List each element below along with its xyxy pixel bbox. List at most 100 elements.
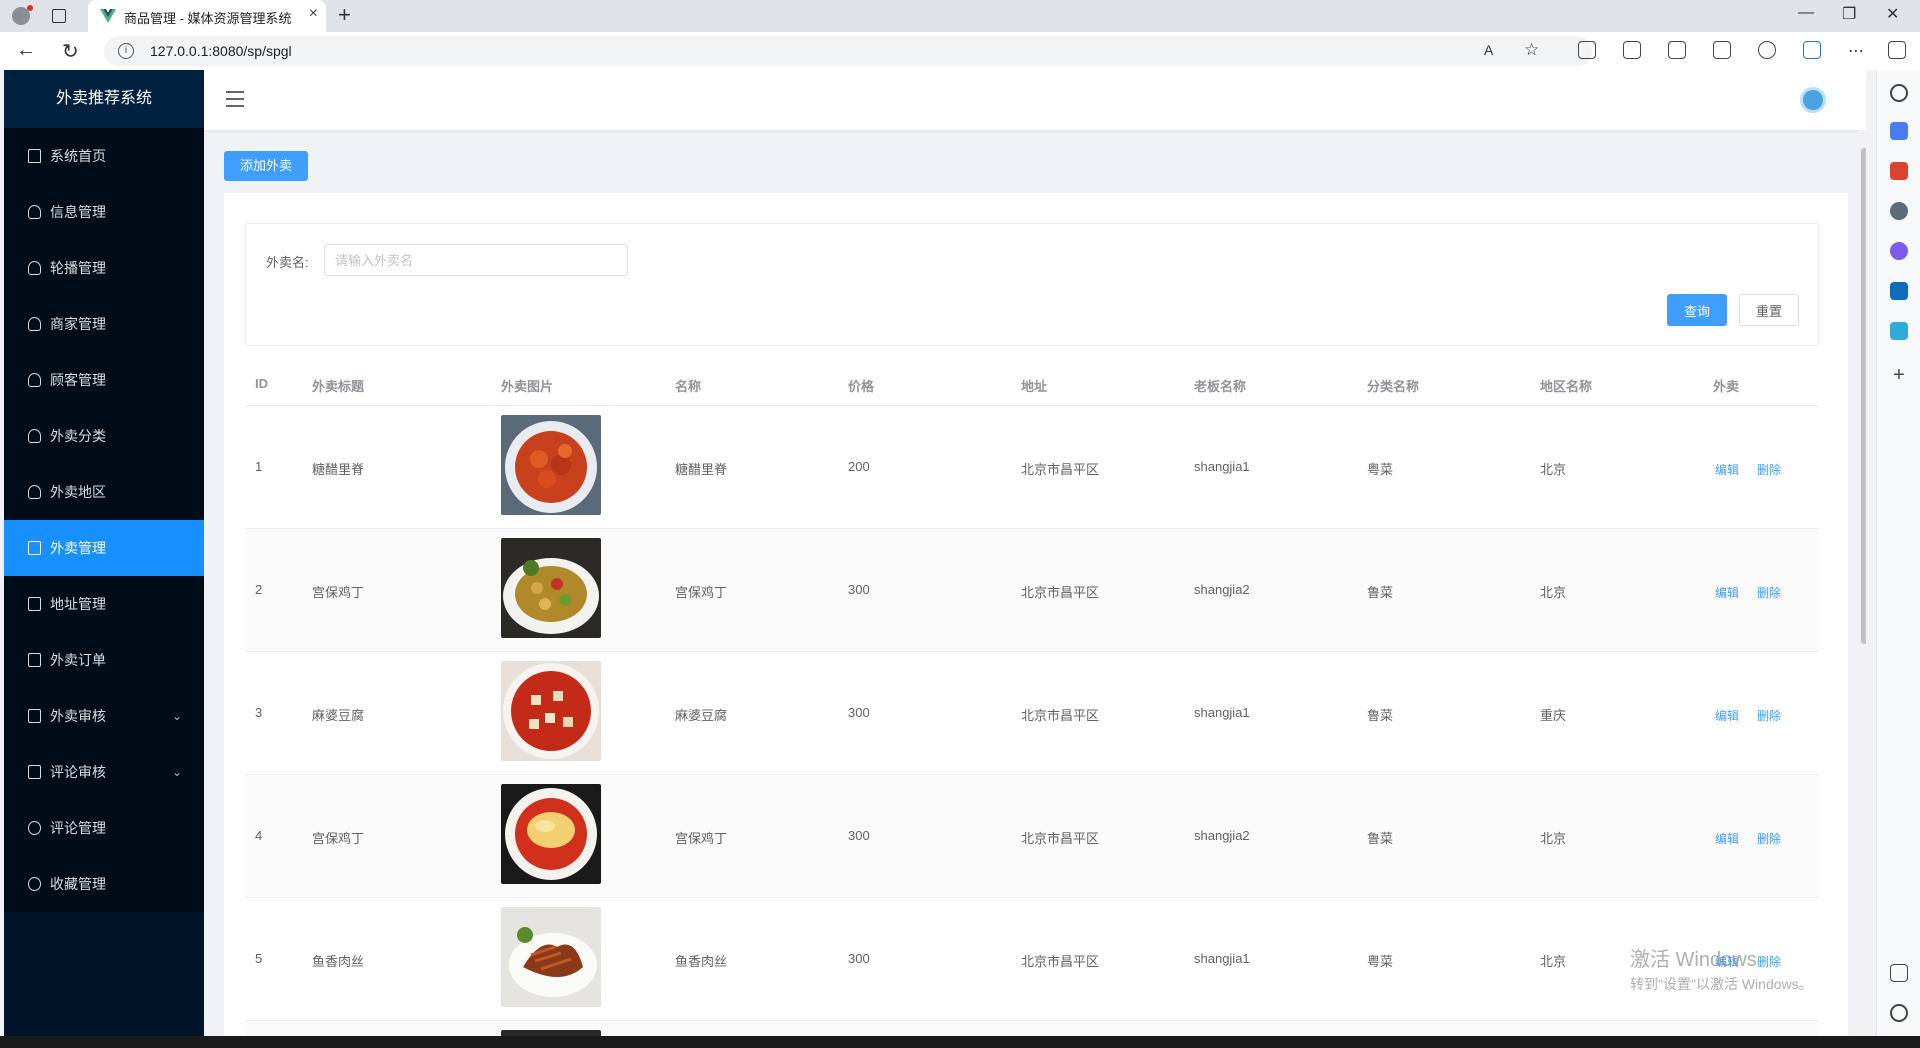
food-image	[501, 661, 601, 761]
cell-price: 300	[848, 582, 870, 597]
delete-button[interactable]: 删除	[1757, 584, 1781, 601]
edit-button[interactable]: 编辑	[1715, 461, 1739, 478]
collections-icon[interactable]	[1713, 41, 1731, 59]
sidebar-item-7[interactable]: 外卖管理	[4, 520, 204, 576]
delete-button[interactable]: 删除	[1757, 461, 1781, 478]
cell-category: 鲁菜	[1367, 708, 1394, 723]
search-form: 外卖名: 查询 重置	[245, 223, 1819, 346]
settings-gear-icon[interactable]	[1890, 1004, 1908, 1022]
read-aloud-icon[interactable]: A	[1484, 42, 1493, 58]
user-icon	[28, 485, 41, 499]
user-icon	[28, 261, 41, 275]
cell-owner: shangjia2	[1194, 828, 1250, 843]
sidebar-item-9[interactable]: 外卖订单	[4, 632, 204, 688]
sidebar-item-6[interactable]: 外卖地区	[4, 464, 204, 520]
search-icon[interactable]	[1890, 84, 1908, 102]
brand-title: 外卖推荐系统	[4, 70, 204, 128]
sidebar-item-3[interactable]: 商家管理	[4, 296, 204, 352]
extensions-icon[interactable]	[1578, 41, 1596, 59]
cell-owner: shangjia1	[1194, 951, 1250, 966]
cell-id: 3	[255, 705, 263, 720]
book-icon	[28, 653, 41, 667]
cell-category: 鲁菜	[1367, 831, 1394, 846]
sidebar-item-8[interactable]: 地址管理	[4, 576, 204, 632]
sidebar-item-12[interactable]: 评论管理	[4, 800, 204, 856]
food-image	[501, 538, 601, 638]
vue-logo-icon	[100, 9, 116, 23]
table-row: 2 宫保鸡丁 宫保鸡丁 300 北京市昌平区 shangjia2 鲁菜 北京 编…	[245, 529, 1819, 652]
add-sidebar-icon[interactable]: +	[1890, 365, 1908, 385]
cell-name: 鱼香肉丝	[675, 954, 728, 969]
address-bar[interactable]: i 127.0.0.1:8080/sp/spgl	[104, 36, 1592, 66]
tab-close-icon[interactable]: ×	[309, 5, 318, 23]
minimize-icon[interactable]: —	[1798, 4, 1814, 22]
sidebar-item-5[interactable]: 外卖分类	[4, 408, 204, 464]
avatar[interactable]	[1800, 87, 1826, 113]
outlook-icon[interactable]	[1890, 282, 1908, 300]
chevron-down-icon: ⌄	[171, 709, 182, 723]
browser-sidebar: +	[1876, 70, 1920, 1040]
send-icon[interactable]	[1890, 322, 1908, 340]
windows-activation-watermark: 激活 Windows 转到"设置"以激活 Windows。	[1630, 943, 1813, 994]
user-icon	[28, 205, 41, 219]
table-row: 5 鱼香肉丝 鱼香肉丝 300 北京市昌平区 shangjia1 粤菜 北京 编…	[245, 898, 1819, 1021]
more-options-icon[interactable]: ⋯	[1848, 41, 1864, 61]
notification-dot-icon	[27, 5, 33, 11]
games-icon[interactable]	[1890, 202, 1908, 220]
refresh-icon[interactable]: ↻	[62, 39, 79, 64]
header-address: 地址	[1021, 379, 1048, 394]
window-close-icon[interactable]: ✕	[1886, 4, 1899, 24]
menu-toggle-icon[interactable]	[226, 91, 244, 107]
screenshot-icon[interactable]	[1890, 964, 1908, 982]
delete-button[interactable]: 删除	[1757, 707, 1781, 724]
sidebar-item-0[interactable]: 系统首页	[4, 128, 204, 184]
browser-tab[interactable]: 商品管理 - 媒体资源管理系统 ×	[88, 0, 326, 32]
home-icon	[28, 149, 41, 163]
sidebar: 外卖推荐系统 系统首页 信息管理 轮播管理 商家管理 顾客管理 外卖分类 外卖地区外卖管理地…	[4, 70, 204, 1036]
favorites-icon[interactable]	[1668, 41, 1686, 59]
takeout-table: ID 外卖标题 外卖图片 名称 价格 地址 老板名称 分类名称 地区名称 外卖 …	[245, 361, 1819, 1036]
user-icon	[28, 317, 41, 331]
sidebar-item-1[interactable]: 信息管理	[4, 184, 204, 240]
cell-region: 重庆	[1540, 708, 1567, 723]
sidebar-item-13[interactable]: 收藏管理	[4, 856, 204, 912]
restore-icon[interactable]: ❐	[1842, 4, 1856, 24]
sidebar-item-4[interactable]: 顾客管理	[4, 352, 204, 408]
add-takeout-button[interactable]: 添加外卖	[224, 151, 309, 181]
header-region: 地区名称	[1540, 379, 1593, 394]
table-row: 1 糖醋里脊 糖醋里脊 200 北京市昌平区 shangjia1 粤菜 北京 编…	[245, 406, 1819, 529]
favorite-star-icon[interactable]: ☆	[1524, 40, 1539, 60]
tab-actions-icon[interactable]	[52, 9, 66, 23]
sidebar-item-10[interactable]: 外卖审核 ⌄	[4, 688, 204, 744]
query-button[interactable]: 查询	[1667, 294, 1727, 326]
split-screen-icon[interactable]	[1623, 41, 1641, 59]
taskbar	[0, 1036, 1920, 1048]
cell-price: 200	[848, 459, 870, 474]
toolbox-icon[interactable]	[1890, 162, 1908, 180]
sidebar-item-11[interactable]: 评论审核 ⌄	[4, 744, 204, 800]
browser-tab-strip: 商品管理 - 媒体资源管理系统 × + — ❐ ✕	[0, 0, 1920, 32]
table-row	[245, 1021, 1819, 1036]
cell-name: 糖醋里脊	[675, 462, 728, 477]
cell-price: 300	[848, 951, 870, 966]
scrollbar-thumb[interactable]	[1861, 148, 1866, 644]
search-input[interactable]	[324, 244, 628, 276]
sidebar-item-2[interactable]: 轮播管理	[4, 240, 204, 296]
copilot-icon[interactable]	[1803, 41, 1821, 59]
chat-icon	[28, 821, 41, 835]
new-tab-icon[interactable]: +	[338, 2, 351, 28]
delete-button[interactable]: 删除	[1757, 830, 1781, 847]
tag-icon[interactable]	[1890, 122, 1908, 140]
site-info-icon[interactable]: i	[118, 43, 134, 59]
browser-essentials-icon[interactable]	[1758, 41, 1776, 59]
reset-button[interactable]: 重置	[1739, 294, 1799, 326]
sidebar-item-label: 外卖管理	[50, 540, 106, 556]
cell-category: 粤菜	[1367, 954, 1394, 969]
edit-button[interactable]: 编辑	[1715, 707, 1739, 724]
sidebar-toggle-icon[interactable]	[1888, 41, 1906, 59]
edit-button[interactable]: 编辑	[1715, 584, 1739, 601]
back-icon[interactable]: ←	[16, 39, 36, 62]
copilot-sidebar-icon[interactable]	[1890, 242, 1908, 260]
edit-button[interactable]: 编辑	[1715, 830, 1739, 847]
tab-title: 商品管理 - 媒体资源管理系统	[124, 11, 292, 26]
